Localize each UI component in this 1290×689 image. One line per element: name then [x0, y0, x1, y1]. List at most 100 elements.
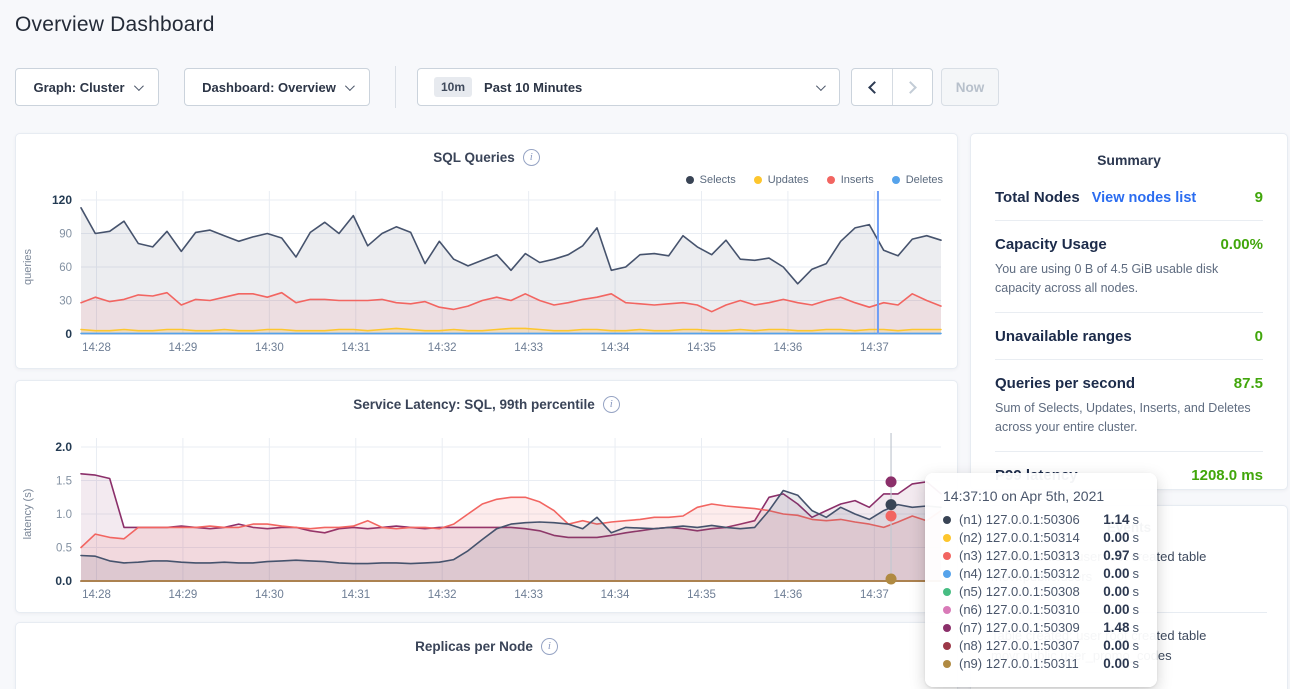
overview-dashboard-screen: Overview Dashboard Graph: Cluster Dashbo… — [0, 0, 1290, 689]
svg-text:14:29: 14:29 — [169, 342, 198, 354]
tooltip-node-row: (n7) 127.0.0.1:503091.48 s — [943, 620, 1139, 635]
now-button[interactable]: Now — [941, 68, 999, 106]
svg-text:14:36: 14:36 — [774, 589, 803, 601]
node-latency-unit: s — [1133, 512, 1140, 527]
tooltip-node-row: (n6) 127.0.0.1:503100.00s — [943, 602, 1139, 617]
tooltip-node-row: (n8) 127.0.0.1:503070.00s — [943, 638, 1139, 653]
svg-text:14:34: 14:34 — [601, 342, 630, 354]
dashboard-dropdown-label: Dashboard: Overview — [202, 80, 336, 95]
dashboard-dropdown[interactable]: Dashboard: Overview — [184, 68, 370, 106]
svg-text:14:33: 14:33 — [514, 589, 543, 601]
summary-row-capacity: Capacity Usage 0.00% You are using 0 B o… — [995, 221, 1263, 313]
p99-latency-value: 1208.0 ms — [1191, 467, 1263, 484]
node-latency-unit: s — [1133, 530, 1140, 545]
svg-text:1.0: 1.0 — [56, 509, 72, 521]
tooltip-date: Apr 5th, 2021 — [1020, 488, 1104, 504]
service-latency-chart[interactable]: 14:2814:2914:3014:3114:3214:3314:3414:35… — [16, 381, 959, 614]
svg-text:14:32: 14:32 — [428, 589, 457, 601]
summary-row-qps: Queries per second 87.5 Sum of Selects, … — [995, 360, 1263, 452]
time-forward-button[interactable] — [892, 69, 932, 105]
tooltip-node-row: (n3) 127.0.0.1:503130.97 s — [943, 548, 1139, 563]
node-color-dot — [943, 570, 951, 578]
replicas-title: Replicas per Node — [415, 639, 533, 654]
node-latency-unit: s — [1133, 620, 1140, 635]
tooltip-node-row: (n1) 127.0.0.1:503061.14 s — [943, 512, 1139, 527]
svg-text:1.5: 1.5 — [56, 476, 72, 488]
svg-text:14:28: 14:28 — [82, 342, 111, 354]
tooltip-node-row: (n5) 127.0.0.1:503080.00 s — [943, 584, 1139, 599]
node-address: (n9) 127.0.0.1:50311 — [959, 656, 1103, 671]
node-latency-value: 0.00 — [1103, 584, 1129, 599]
svg-text:14:29: 14:29 — [169, 589, 198, 601]
node-color-dot — [943, 606, 951, 614]
node-color-dot — [943, 534, 951, 542]
time-range-label: Past 10 Minutes — [484, 80, 582, 95]
tooltip-timestamp: 14:37:10 on Apr 5th, 2021 — [943, 488, 1139, 504]
time-back-button[interactable] — [852, 69, 892, 105]
chevron-down-icon — [816, 81, 826, 91]
tooltip-node-row: (n4) 127.0.0.1:503120.00s — [943, 566, 1139, 581]
qps-label: Queries per second — [995, 375, 1135, 392]
info-icon[interactable]: i — [541, 638, 558, 655]
node-address: (n3) 127.0.0.1:50313 — [959, 548, 1103, 563]
unavailable-ranges-value: 0 — [1255, 328, 1263, 345]
svg-text:30: 30 — [59, 296, 72, 308]
chevron-left-icon — [868, 81, 881, 94]
sql-queries-chart[interactable]: 14:2814:2914:3014:3114:3214:3314:3414:35… — [16, 134, 959, 370]
node-latency-value: 0.00 — [1103, 656, 1129, 671]
time-range-dropdown[interactable]: 10m Past 10 Minutes — [417, 68, 840, 106]
graph-dropdown[interactable]: Graph: Cluster — [15, 68, 159, 106]
graph-dropdown-label: Graph: Cluster — [33, 80, 124, 95]
svg-text:14:34: 14:34 — [601, 589, 630, 601]
node-address: (n4) 127.0.0.1:50312 — [959, 566, 1103, 581]
svg-text:latency (s): latency (s) — [22, 489, 34, 540]
capacity-usage-label: Capacity Usage — [995, 236, 1107, 253]
tooltip-time: 14:37:10 — [943, 488, 998, 504]
node-latency-unit: s — [1133, 548, 1140, 563]
svg-text:14:31: 14:31 — [341, 342, 370, 354]
svg-text:14:32: 14:32 — [428, 342, 457, 354]
node-latency-unit: s — [1133, 638, 1140, 653]
node-latency-value: 0.97 — [1103, 548, 1129, 563]
summary-row-total-nodes: Total Nodes View nodes list 9 — [995, 174, 1263, 221]
time-range-badge: 10m — [434, 77, 472, 97]
tooltip-node-row: (n2) 127.0.0.1:503140.00 s — [943, 530, 1139, 545]
node-latency-unit: s — [1133, 584, 1140, 599]
tooltip-rows: (n1) 127.0.0.1:503061.14s(n2) 127.0.0.1:… — [943, 512, 1139, 671]
replicas-per-node-card: Replicas per Node i — [15, 622, 958, 689]
view-nodes-list-link[interactable]: View nodes list — [1092, 190, 1197, 206]
node-latency-unit: s — [1133, 602, 1140, 617]
svg-text:2.0: 2.0 — [55, 440, 72, 454]
svg-text:14:36: 14:36 — [774, 342, 803, 354]
node-address: (n1) 127.0.0.1:50306 — [959, 512, 1103, 527]
svg-text:14:35: 14:35 — [687, 589, 716, 601]
svg-text:14:30: 14:30 — [255, 589, 284, 601]
page-title: Overview Dashboard — [15, 13, 215, 37]
unavailable-ranges-label: Unavailable ranges — [995, 328, 1132, 345]
node-address: (n7) 127.0.0.1:50309 — [959, 620, 1103, 635]
node-color-dot — [943, 642, 951, 650]
summary-heading: Summary — [971, 134, 1287, 174]
svg-text:0: 0 — [65, 327, 72, 341]
svg-text:0.5: 0.5 — [56, 543, 72, 555]
node-address: (n6) 127.0.0.1:50310 — [959, 602, 1103, 617]
toolbar-divider — [395, 66, 396, 108]
tooltip-on: on — [1001, 488, 1017, 504]
node-color-dot — [943, 552, 951, 560]
node-color-dot — [943, 516, 951, 524]
node-address: (n2) 127.0.0.1:50314 — [959, 530, 1103, 545]
node-color-dot — [943, 588, 951, 596]
node-latency-value: 1.14 — [1103, 512, 1129, 527]
chevron-down-icon — [133, 81, 143, 91]
svg-text:14:37: 14:37 — [860, 589, 889, 601]
node-address: (n5) 127.0.0.1:50308 — [959, 584, 1103, 599]
qps-desc: Sum of Selects, Updates, Inserts, and De… — [995, 399, 1263, 437]
node-latency-value: 1.48 — [1103, 620, 1129, 635]
svg-text:90: 90 — [59, 229, 72, 241]
total-nodes-label: Total Nodes — [995, 189, 1080, 206]
node-address: (n8) 127.0.0.1:50307 — [959, 638, 1103, 653]
tooltip-node-row: (n9) 127.0.0.1:503110.00s — [943, 656, 1139, 671]
node-latency-value: 0.00 — [1103, 530, 1129, 545]
sql-queries-card: SQL Queries i SelectsUpdatesInsertsDelet… — [15, 133, 958, 369]
svg-text:14:37: 14:37 — [860, 342, 889, 354]
